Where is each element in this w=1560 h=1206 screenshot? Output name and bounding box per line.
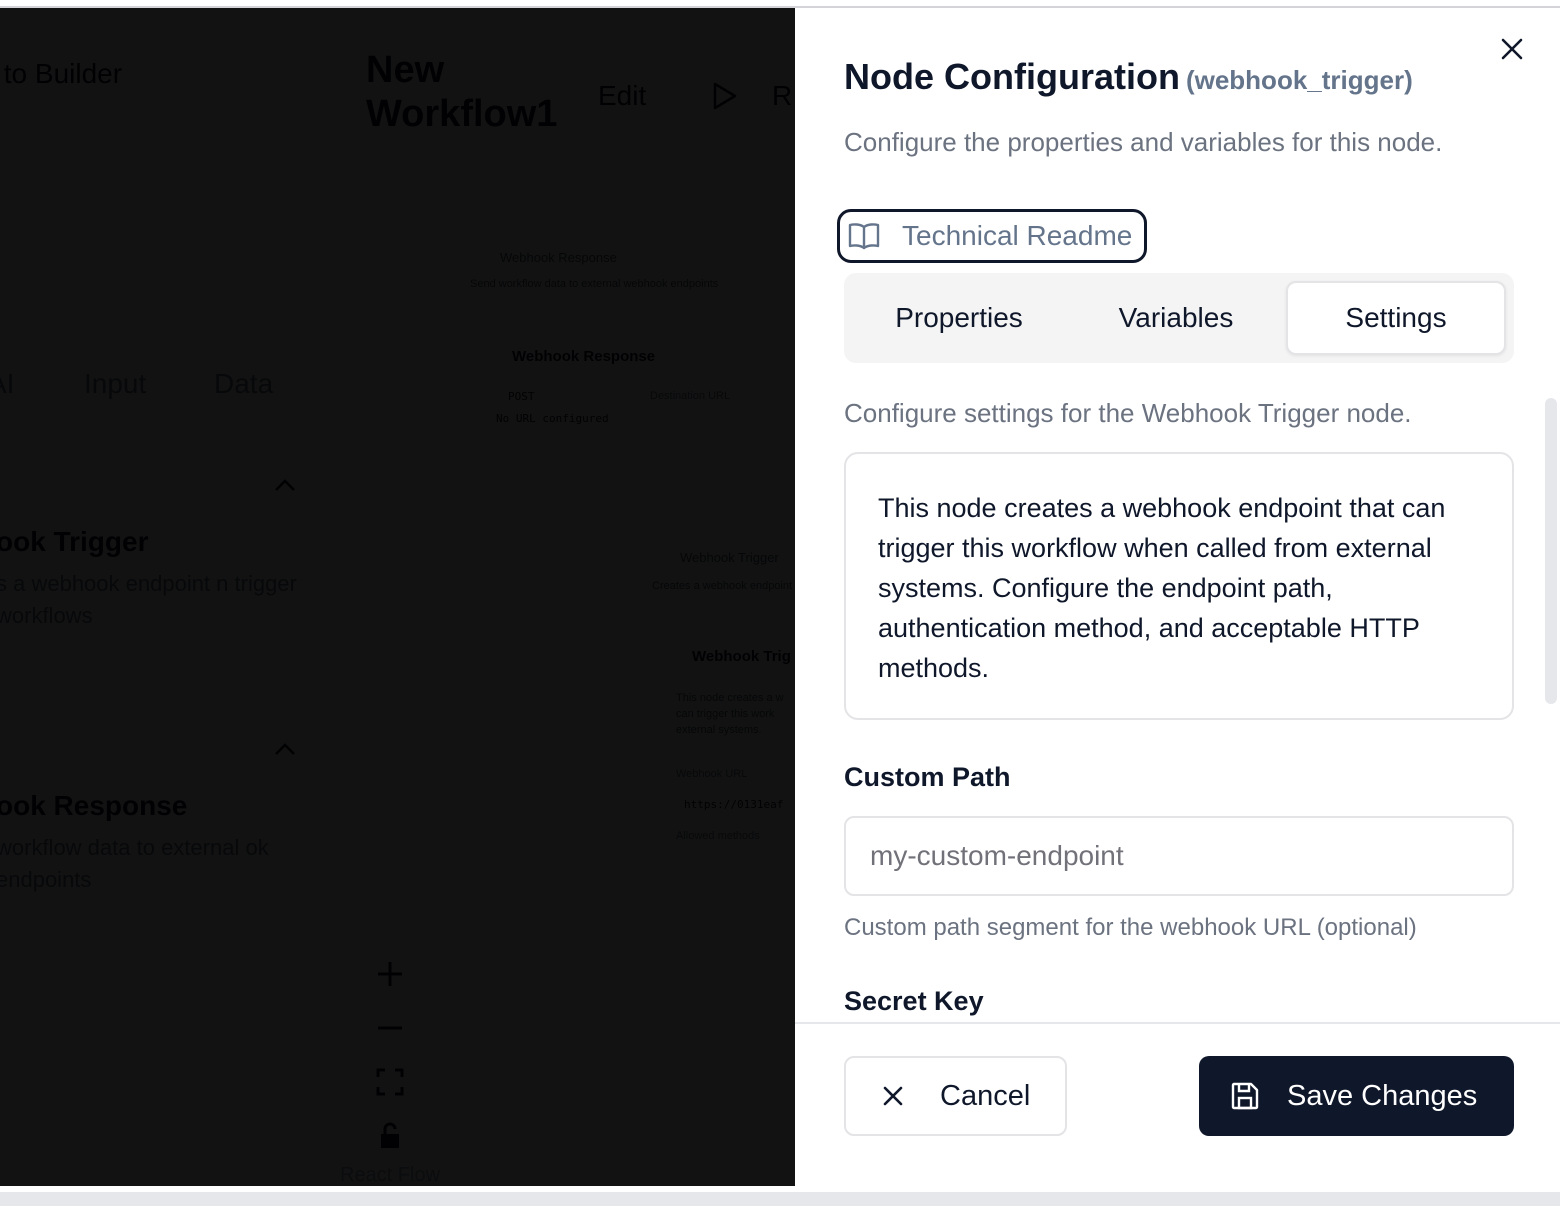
- custom-path-help-text: Custom path segment for the webhook URL …: [844, 914, 1417, 941]
- cancel-label: Cancel: [940, 1079, 1031, 1112]
- webhook-url-value: https://0131eaf: [684, 798, 784, 811]
- window-bottom-bar: [0, 1192, 1560, 1206]
- fit-view-icon[interactable]: [374, 1066, 406, 1098]
- no-url-text: No URL configured: [496, 412, 609, 425]
- panel-item-title[interactable]: ook Response: [0, 790, 187, 822]
- panel-item-description: s a webhook endpoint n trigger workflows: [0, 571, 297, 628]
- scrollbar-thumb[interactable]: [1545, 398, 1557, 704]
- destination-label: Destination URL: [650, 390, 731, 402]
- chevron-up-icon[interactable]: [274, 742, 296, 756]
- node-type-label: (webhook_trigger): [1185, 65, 1413, 95]
- category-tab-data[interactable]: Data: [214, 368, 273, 400]
- node-info-box: This node creates a webhook endpoint tha…: [844, 452, 1514, 720]
- method-badge: POST: [508, 390, 535, 403]
- cancel-button[interactable]: Cancel: [844, 1056, 1067, 1136]
- panel-item-title[interactable]: ook Trigger: [0, 526, 148, 558]
- chevron-up-icon[interactable]: [274, 478, 296, 492]
- node-title[interactable]: Webhook Response: [512, 348, 655, 365]
- tab-properties[interactable]: Properties: [852, 281, 1066, 355]
- edit-button[interactable]: Edit: [598, 80, 646, 112]
- react-flow-attribution[interactable]: React Flow: [340, 1164, 440, 1186]
- tab-settings[interactable]: Settings: [1286, 281, 1506, 355]
- allowed-methods-label: Allowed methods: [676, 830, 760, 842]
- save-icon: [1231, 1082, 1259, 1110]
- tab-variables[interactable]: Variables: [1068, 281, 1284, 355]
- zoom-out-icon[interactable]: [374, 1012, 406, 1044]
- node-description: This node creates a w can trigger this w…: [676, 692, 784, 736]
- book-open-icon: [848, 223, 880, 250]
- sheet-title-text: Node Configuration: [844, 56, 1180, 97]
- x-icon: [883, 1086, 903, 1106]
- webhook-url-label: Webhook URL: [676, 768, 748, 780]
- custom-path-input[interactable]: [844, 816, 1514, 896]
- node-title[interactable]: Webhook Trig: [692, 648, 791, 665]
- sheet-title: Node Configuration (webhook_trigger): [844, 56, 1413, 98]
- close-icon[interactable]: [1497, 34, 1527, 64]
- node-header-label: Webhook Response: [500, 250, 617, 265]
- secret-key-label: Secret Key: [844, 986, 984, 1016]
- technical-readme-label: Technical Readme: [902, 220, 1133, 251]
- run-button[interactable]: R: [772, 80, 792, 112]
- category-tab-input[interactable]: Input: [84, 368, 146, 400]
- workflow-title: New Workflow1: [366, 49, 558, 135]
- save-changes-button[interactable]: Save Changes: [1199, 1056, 1514, 1136]
- sheet-footer: Cancel Save Changes: [795, 1022, 1560, 1192]
- settings-description: Configure settings for the Webhook Trigg…: [844, 398, 1412, 428]
- node-header-description: Creates a webhook endpoint: [652, 580, 793, 592]
- node-header-description: Send workflow data to external webhook e…: [470, 278, 719, 290]
- category-tab-ai[interactable]: AI: [0, 368, 14, 400]
- back-to-builder-link[interactable]: k to Builder: [0, 58, 122, 90]
- workflow-builder-background: k to Builder New Workflow1 Edit R AI Inp…: [0, 8, 795, 1186]
- panel-item-description: workflow data to external ok endpoints: [0, 835, 269, 892]
- sheet-description: Configure the properties and variables f…: [844, 127, 1443, 157]
- zoom-in-icon[interactable]: [374, 958, 406, 990]
- lock-icon[interactable]: [374, 1120, 406, 1152]
- save-changes-label: Save Changes: [1287, 1079, 1478, 1112]
- node-configuration-sheet: Node Configuration (webhook_trigger) Conf…: [795, 8, 1560, 1192]
- technical-readme-button[interactable]: Technical Readme: [837, 209, 1147, 263]
- custom-path-label: Custom Path: [844, 762, 1011, 792]
- node-header-label: Webhook Trigger: [680, 550, 779, 565]
- config-tabs: Properties Variables Settings: [844, 273, 1514, 363]
- play-icon[interactable]: [712, 82, 738, 110]
